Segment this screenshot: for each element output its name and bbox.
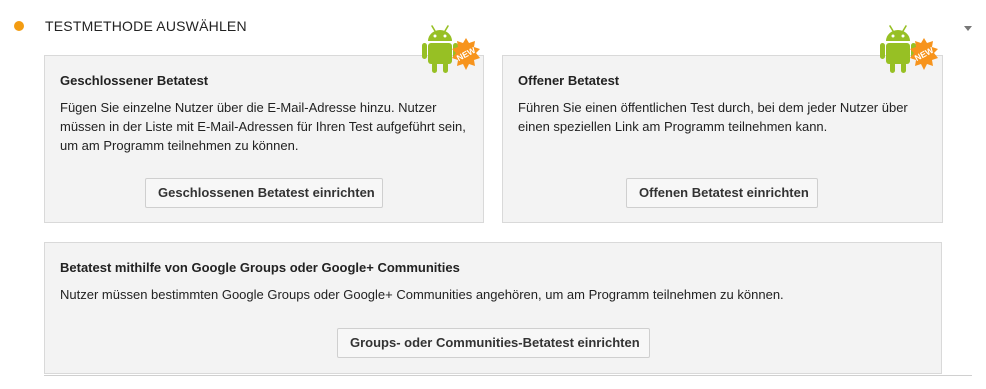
status-dot-icon (14, 21, 24, 31)
section-title: TESTMETHODE AUSWÄHLEN (45, 18, 247, 34)
open-beta-title: Offener Betatest (518, 73, 620, 88)
android-new-badge-icon: NEW (880, 25, 938, 73)
groups-beta-card: Betatest mithilfe von Google Groups oder… (44, 242, 942, 374)
groups-beta-description: Nutzer müssen bestimmten Google Groups o… (60, 287, 784, 302)
android-new-badge-icon: NEW (422, 25, 480, 73)
new-starburst-icon: NEW (452, 38, 480, 70)
setup-groups-beta-button[interactable]: Groups- oder Communities-Betatest einric… (337, 328, 650, 358)
closed-beta-description: Fügen Sie einzelne Nutzer über die E-Mai… (60, 100, 466, 153)
open-beta-card: Offener Betatest Führen Sie einen öffent… (502, 55, 943, 223)
closed-beta-title: Geschlossener Betatest (60, 73, 209, 88)
closed-beta-card: Geschlossener Betatest Fügen Sie einzeln… (44, 55, 484, 223)
chevron-down-icon[interactable] (964, 26, 972, 31)
section-divider (44, 375, 972, 376)
groups-beta-title: Betatest mithilfe von Google Groups oder… (60, 260, 460, 275)
setup-open-beta-button[interactable]: Offenen Betatest einrichten (626, 178, 818, 208)
setup-closed-beta-button[interactable]: Geschlossenen Betatest einrichten (145, 178, 383, 208)
new-starburst-icon: NEW (910, 38, 938, 70)
open-beta-description: Führen Sie einen öffentlichen Test durch… (518, 100, 908, 134)
testmethod-section: TESTMETHODE AUSWÄHLEN Geschlossener Beta… (0, 0, 986, 389)
